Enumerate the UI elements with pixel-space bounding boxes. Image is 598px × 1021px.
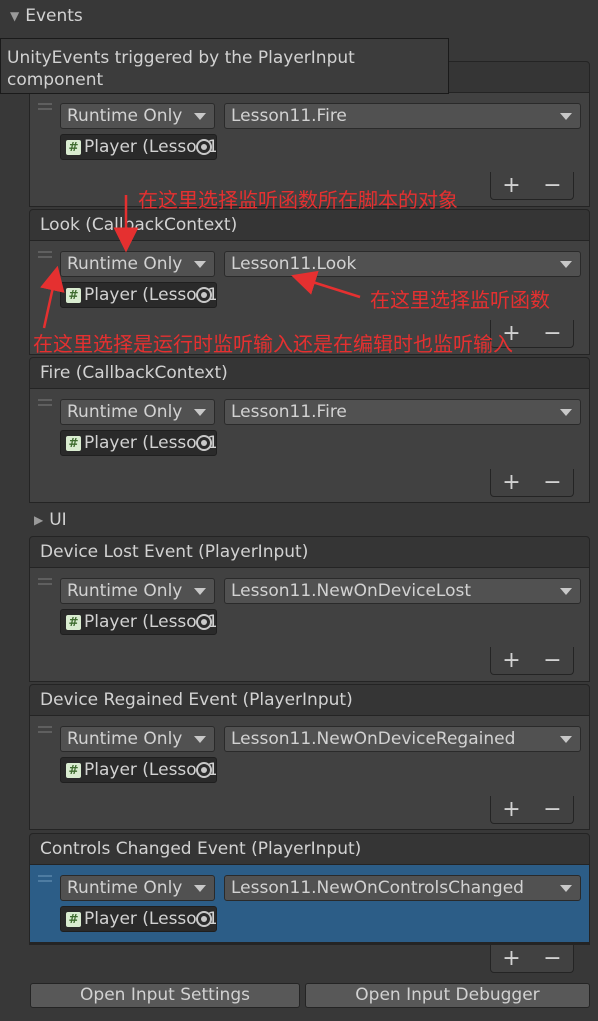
function-dropdown[interactable]: Lesson11.NewOnDeviceLost xyxy=(224,578,581,604)
drag-handle-icon[interactable] xyxy=(38,251,52,261)
dropdown-caret-icon xyxy=(194,261,206,268)
drag-handle-icon[interactable] xyxy=(38,726,52,736)
drag-handle-icon[interactable] xyxy=(38,103,52,113)
target-object-field[interactable]: #Player (Lesson11) xyxy=(60,757,217,783)
function-dropdown[interactable]: Lesson11.Fire xyxy=(224,103,581,129)
dropdown-caret-icon xyxy=(560,113,572,120)
panel-header: Controls Changed Event (PlayerInput) xyxy=(29,833,590,865)
annotation-runtime: 在这里选择是运行时监听输入还是在编辑时也监听输入 xyxy=(33,332,513,356)
function-dropdown[interactable]: Lesson11.NewOnDeviceRegained xyxy=(224,726,581,752)
dropdown-caret-icon xyxy=(194,409,206,416)
remove-listener-button[interactable]: − xyxy=(543,797,561,822)
drag-handle-icon[interactable] xyxy=(38,875,52,885)
script-icon: # xyxy=(66,288,81,303)
add-remove-controls: + − xyxy=(490,172,574,200)
dropdown-caret-icon xyxy=(194,113,206,120)
add-listener-button[interactable]: + xyxy=(502,946,520,971)
dropdown-caret-icon xyxy=(194,736,206,743)
add-listener-button[interactable]: + xyxy=(502,173,520,198)
object-picker-icon[interactable] xyxy=(196,287,212,303)
script-icon: # xyxy=(66,615,81,630)
dropdown-caret-icon xyxy=(560,409,572,416)
target-object-field[interactable]: #Player (Lesson11) xyxy=(60,134,217,160)
panel-header: Look (CallbackContext) xyxy=(29,209,590,241)
object-picker-icon[interactable] xyxy=(196,762,212,778)
tooltip: UnityEvents triggered by the PlayerInput… xyxy=(0,38,449,94)
object-picker-icon[interactable] xyxy=(196,614,212,630)
drag-handle-icon[interactable] xyxy=(38,578,52,588)
target-object-field[interactable]: #Player (Lesson11) xyxy=(60,430,217,456)
ui-foldout-label: UI xyxy=(49,510,67,530)
collapsed-arrow-icon: ▶ xyxy=(34,513,44,527)
event-entry-selected[interactable]: Runtime Only Lesson11.NewOnControlsChang… xyxy=(29,865,590,943)
script-icon: # xyxy=(66,763,81,778)
open-input-debugger-button[interactable]: Open Input Debugger xyxy=(305,983,590,1008)
add-remove-controls: + − xyxy=(490,647,574,675)
function-dropdown[interactable]: Lesson11.NewOnControlsChanged xyxy=(224,875,581,901)
script-icon: # xyxy=(66,912,81,927)
object-picker-icon[interactable] xyxy=(196,139,212,155)
remove-listener-button[interactable]: − xyxy=(543,173,561,198)
event-panel-controls-changed: Controls Changed Event (PlayerInput) Run… xyxy=(29,833,590,943)
add-remove-controls: + − xyxy=(490,945,574,973)
add-remove-controls: + − xyxy=(490,796,574,824)
runtime-mode-dropdown[interactable]: Runtime Only xyxy=(60,251,215,277)
annotation-function: 在这里选择监听函数 xyxy=(370,288,550,312)
dropdown-caret-icon xyxy=(560,261,572,268)
add-listener-button[interactable]: + xyxy=(502,470,520,495)
runtime-mode-dropdown[interactable]: Runtime Only xyxy=(60,103,215,129)
dropdown-caret-icon xyxy=(560,885,572,892)
object-picker-icon[interactable] xyxy=(196,435,212,451)
dropdown-caret-icon xyxy=(560,736,572,743)
expanded-arrow-icon: ▼ xyxy=(10,9,20,23)
drag-handle-icon[interactable] xyxy=(38,399,52,409)
runtime-mode-dropdown[interactable]: Runtime Only xyxy=(60,726,215,752)
runtime-mode-dropdown[interactable]: Runtime Only xyxy=(60,875,215,901)
dropdown-caret-icon xyxy=(560,588,572,595)
events-foldout-label: Events xyxy=(25,6,83,26)
ui-foldout[interactable]: ▶ UI xyxy=(34,510,67,530)
runtime-mode-dropdown[interactable]: Runtime Only xyxy=(60,578,215,604)
target-object-field[interactable]: #Player (Lesson11) xyxy=(60,282,217,308)
events-foldout[interactable]: ▼ Events xyxy=(10,6,83,26)
remove-listener-button[interactable]: − xyxy=(543,321,561,346)
script-icon: # xyxy=(66,140,81,155)
panel-header: Fire (CallbackContext) xyxy=(29,357,590,389)
annotation-object: 在这里选择监听函数所在脚本的对象 xyxy=(138,188,458,212)
target-object-field[interactable]: #Player (Lesson11) xyxy=(60,609,217,635)
target-object-field[interactable]: #Player (Lesson11) xyxy=(60,906,217,932)
add-remove-controls: + − xyxy=(490,469,574,497)
function-dropdown[interactable]: Lesson11.Look xyxy=(224,251,581,277)
dropdown-caret-icon xyxy=(194,588,206,595)
dropdown-caret-icon xyxy=(194,885,206,892)
runtime-mode-dropdown[interactable]: Runtime Only xyxy=(60,399,215,425)
panel-header: Device Lost Event (PlayerInput) xyxy=(29,536,590,568)
add-listener-button[interactable]: + xyxy=(502,797,520,822)
open-input-settings-button[interactable]: Open Input Settings xyxy=(30,983,300,1008)
script-icon: # xyxy=(66,436,81,451)
add-listener-button[interactable]: + xyxy=(502,648,520,673)
remove-listener-button[interactable]: − xyxy=(543,946,561,971)
remove-listener-button[interactable]: − xyxy=(543,648,561,673)
panel-header: Device Regained Event (PlayerInput) xyxy=(29,684,590,716)
object-picker-icon[interactable] xyxy=(196,911,212,927)
function-dropdown[interactable]: Lesson11.Fire xyxy=(224,399,581,425)
remove-listener-button[interactable]: − xyxy=(543,470,561,495)
